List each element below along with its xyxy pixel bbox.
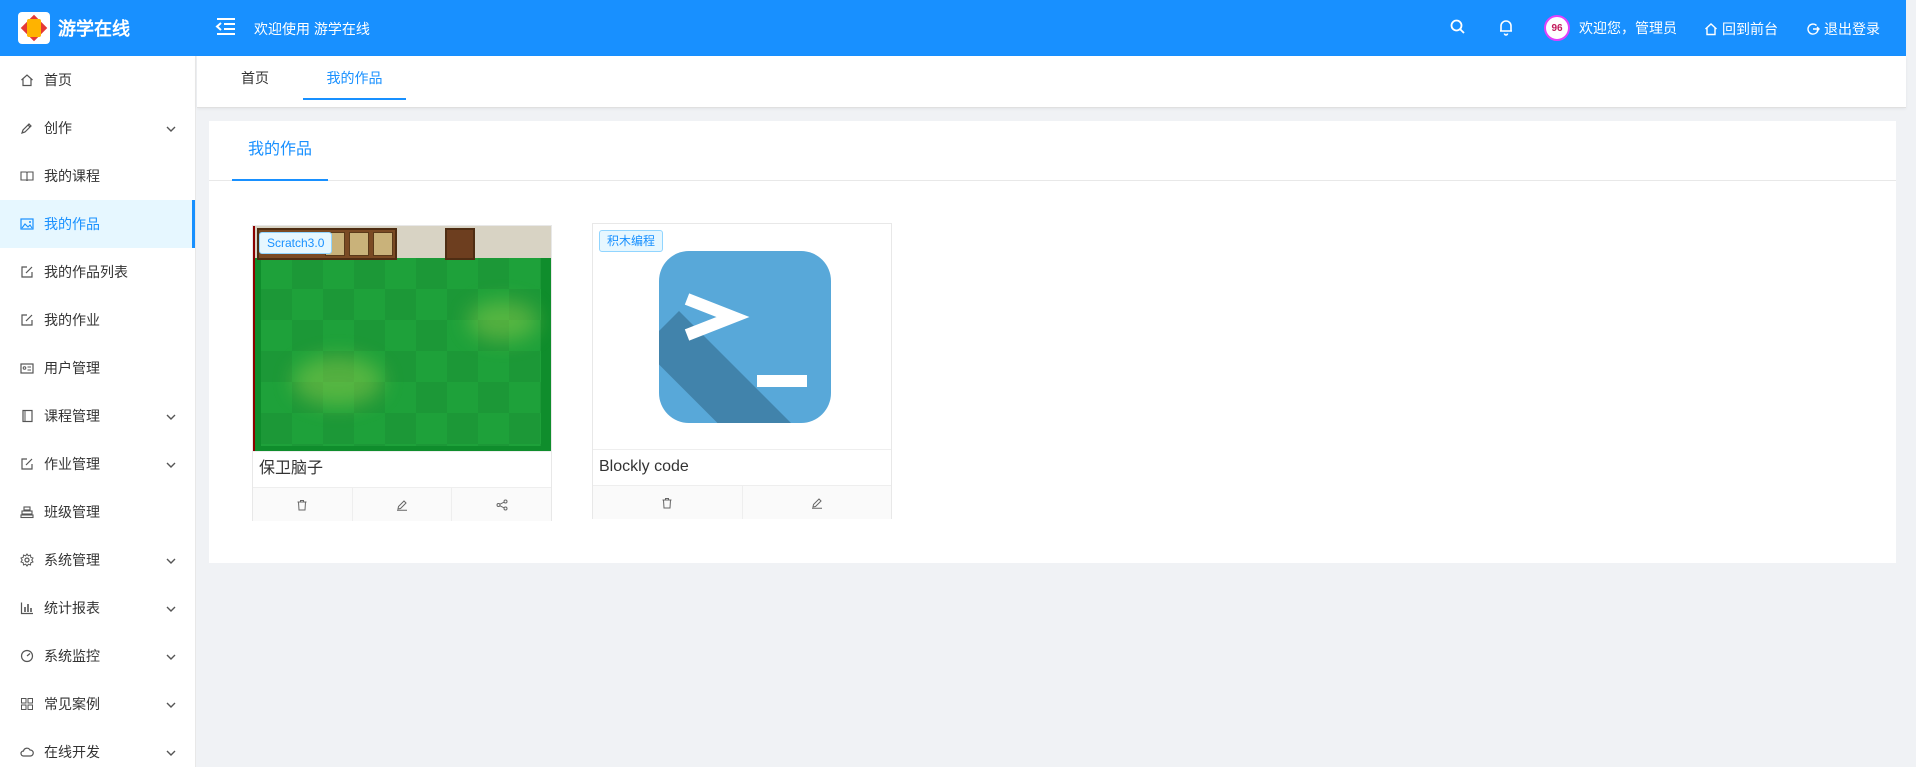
sidebar-item-system-management[interactable]: 系统管理 — [0, 536, 195, 584]
home-icon — [20, 73, 34, 87]
sidebar-item-label: 课程管理 — [44, 408, 100, 424]
edit-icon — [20, 313, 34, 327]
work-type-badge: Scratch3.0 — [259, 232, 333, 254]
tab-home[interactable]: 首页 — [215, 56, 295, 100]
sidebar-item-label: 我的作业 — [44, 312, 100, 328]
user-greeting: 欢迎您，管理员 — [1579, 20, 1677, 36]
edit-button[interactable] — [353, 488, 453, 521]
logo[interactable]: 游学在线 — [18, 12, 130, 44]
cloud-icon — [20, 745, 34, 759]
edit-icon — [397, 499, 407, 511]
tab-my-works[interactable]: 我的作品 — [303, 56, 406, 100]
sidebar-item-user-management[interactable]: 用户管理 — [0, 344, 195, 392]
sidebar-item-home[interactable]: 首页 — [0, 56, 195, 104]
sidebar-item-create[interactable]: 创作 — [0, 104, 195, 152]
document-icon — [20, 409, 34, 423]
sidebar-item-class-management[interactable]: 班级管理 — [0, 488, 195, 536]
sidebar-item-label: 系统监控 — [44, 648, 100, 664]
logo-text: 游学在线 — [58, 19, 130, 39]
sidebar-item-my-works-list[interactable]: 我的作品列表 — [0, 248, 195, 296]
chevron-down-icon — [165, 458, 177, 470]
user-menu[interactable]: 96 欢迎您，管理员 — [1544, 15, 1677, 41]
sidebar-item-label: 用户管理 — [44, 360, 100, 376]
sidebar-item-label: 首页 — [44, 72, 72, 88]
chevron-down-icon — [165, 650, 177, 662]
sidebar-item-homework-management[interactable]: 作业管理 — [0, 440, 195, 488]
sidebar-item-label: 系统管理 — [44, 552, 100, 568]
sidebar-item-my-courses[interactable]: 我的课程 — [0, 152, 195, 200]
home-icon — [1705, 23, 1717, 36]
delete-button[interactable] — [593, 486, 743, 519]
chevron-down-icon — [165, 554, 177, 566]
pen-icon — [20, 121, 34, 135]
work-title: 保卫脑子 — [253, 451, 551, 486]
sidebar-item-label: 班级管理 — [44, 504, 100, 520]
sidebar-item-label: 创作 — [44, 120, 72, 136]
delete-button[interactable] — [253, 488, 353, 521]
apps-icon — [20, 697, 34, 711]
class-icon — [20, 505, 34, 519]
dashboard-icon — [20, 649, 34, 663]
work-card: Scratch3.0 保卫脑子 — [252, 225, 552, 521]
sidebar-item-label: 统计报表 — [44, 600, 100, 616]
trash-icon — [662, 497, 672, 508]
work-card: 积木编程 Blockly code — [592, 223, 892, 519]
work-title: Blockly code — [593, 449, 891, 484]
game-thumbnail-image — [253, 226, 551, 451]
share-button[interactable] — [452, 488, 551, 521]
sidebar: 首页 创作 我的课程 我的作品 我的作品列表 我的作业 用户管理 课程管理 作业… — [0, 56, 196, 767]
top-header: 游学在线 欢迎使用 游学在线 96 欢迎您，管理员 回到前台 退出登录 — [0, 0, 1906, 56]
work-thumbnail[interactable]: 积木编程 — [593, 224, 891, 449]
work-actions — [593, 485, 891, 519]
welcome-text: 欢迎使用 游学在线 — [254, 21, 370, 37]
menu-toggle-icon[interactable] — [215, 15, 237, 37]
sidebar-item-label: 我的作品 — [44, 216, 100, 232]
sidebar-item-course-management[interactable]: 课程管理 — [0, 392, 195, 440]
share-icon — [496, 499, 508, 510]
logo-icon — [18, 12, 50, 44]
bell-icon[interactable] — [1497, 18, 1517, 38]
back-to-front-label: 回到前台 — [1722, 21, 1778, 37]
sidebar-item-system-monitor[interactable]: 系统监控 — [0, 632, 195, 680]
picture-icon — [20, 217, 34, 231]
edit-icon — [811, 497, 822, 509]
edit-icon — [20, 457, 34, 471]
sidebar-item-label: 我的课程 — [44, 168, 100, 184]
page-tabs-bar: 首页 我的作品 — [197, 56, 1906, 108]
back-to-front-link[interactable]: 回到前台 — [1704, 19, 1778, 39]
id-card-icon — [20, 361, 34, 375]
sidebar-item-online-dev[interactable]: 在线开发 — [0, 728, 195, 767]
edit-button[interactable] — [743, 486, 892, 519]
work-thumbnail[interactable]: Scratch3.0 — [253, 226, 551, 451]
work-actions — [253, 487, 551, 521]
chevron-down-icon — [165, 698, 177, 710]
logout-label: 退出登录 — [1824, 21, 1880, 37]
works-panel: 我的作品 Scratch3.0 保卫脑子 积木编程 Blockly code — [209, 121, 1896, 563]
chevron-down-icon — [165, 602, 177, 614]
avatar: 96 — [1544, 15, 1570, 41]
chevron-down-icon — [165, 410, 177, 422]
gear-icon — [20, 553, 34, 567]
sidebar-item-my-homework[interactable]: 我的作业 — [0, 296, 195, 344]
sidebar-item-my-works[interactable]: 我的作品 — [0, 200, 195, 248]
sidebar-item-common-cases[interactable]: 常见案例 — [0, 680, 195, 728]
search-icon[interactable] — [1449, 18, 1469, 38]
work-type-badge: 积木编程 — [599, 230, 664, 252]
logout-icon — [1807, 23, 1820, 35]
sidebar-item-label: 作业管理 — [44, 456, 100, 472]
chevron-down-icon — [165, 122, 177, 134]
sidebar-item-label: 我的作品列表 — [44, 264, 128, 280]
sidebar-item-label: 在线开发 — [44, 744, 100, 760]
panel-tab-my-works[interactable]: 我的作品 — [232, 121, 328, 181]
book-icon — [20, 169, 34, 183]
sidebar-item-label: 常见案例 — [44, 696, 100, 712]
trash-icon — [297, 499, 307, 510]
chevron-down-icon — [165, 746, 177, 758]
sidebar-item-statistics[interactable]: 统计报表 — [0, 584, 195, 632]
bar-chart-icon — [20, 601, 34, 615]
panel-tabs: 我的作品 — [209, 121, 1896, 181]
logout-link[interactable]: 退出登录 — [1806, 19, 1880, 39]
edit-icon — [20, 265, 34, 279]
terminal-thumbnail-image — [593, 224, 891, 449]
